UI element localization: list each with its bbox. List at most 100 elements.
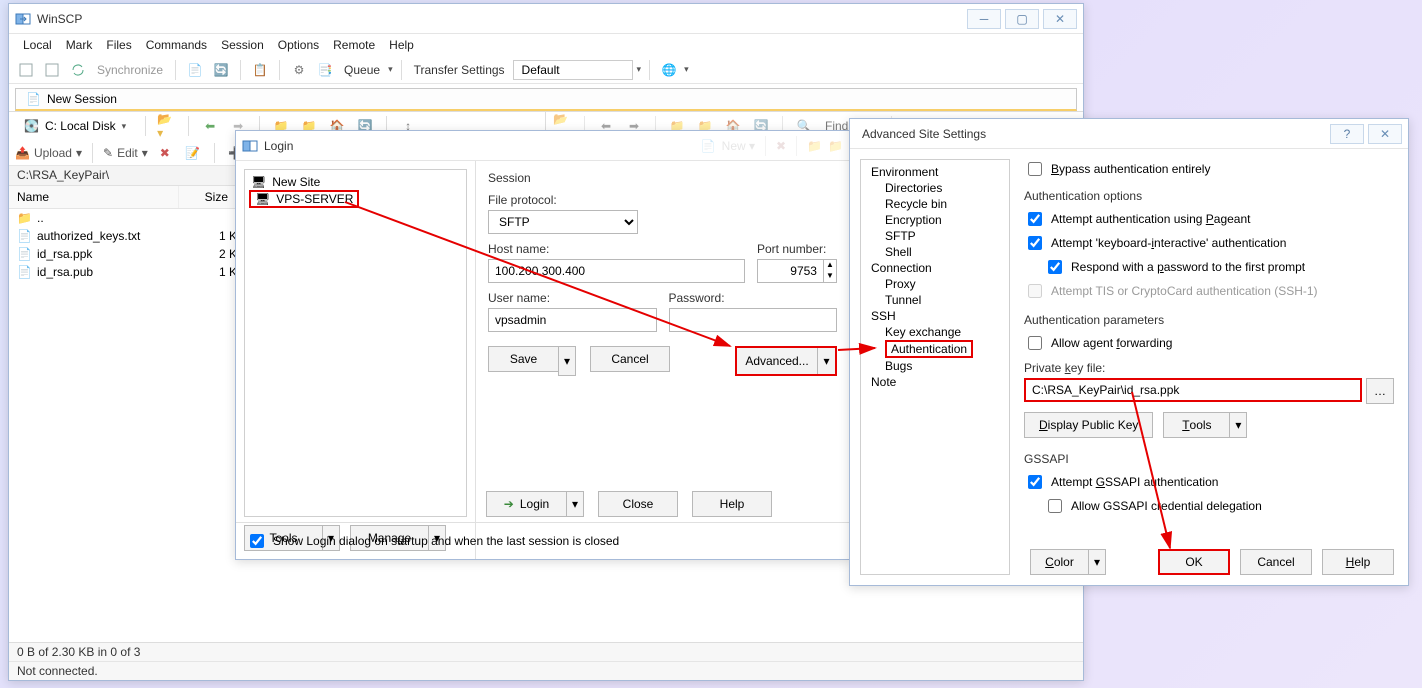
tis-checkbox: Attempt TIS or CryptoCard authentication… bbox=[1024, 281, 1394, 301]
tree-directories[interactable]: Directories bbox=[865, 180, 1005, 196]
show-login-checkbox[interactable]: Show Login dialog on startup and when th… bbox=[246, 531, 619, 551]
new-session-tab[interactable]: 📄 New Session bbox=[15, 88, 1077, 111]
file-icon: 📄 bbox=[17, 265, 31, 279]
back-icon[interactable]: ⬅ bbox=[199, 115, 221, 137]
tree-encryption[interactable]: Encryption bbox=[865, 212, 1005, 228]
adv-titlebar: Advanced Site Settings ? ✕ bbox=[850, 119, 1408, 149]
auth-params-heading: Authentication parameters bbox=[1024, 313, 1394, 327]
queue-dropdown[interactable]: ▾ bbox=[388, 64, 393, 75]
site-vps-server[interactable]: 🖥 VPS-SERVER bbox=[249, 190, 359, 208]
port-down[interactable]: ▼ bbox=[824, 271, 836, 282]
color-button[interactable]: Color▾ bbox=[1030, 549, 1106, 575]
adv-tree[interactable]: Environment Directories Recycle bin Encr… bbox=[860, 159, 1010, 575]
tree-ssh[interactable]: SSH bbox=[865, 308, 1005, 324]
maximize-button[interactable]: ▢ bbox=[1005, 9, 1039, 29]
cancel-button[interactable]: Cancel bbox=[590, 346, 670, 372]
help-button[interactable]: ? bbox=[1330, 124, 1364, 144]
tree-bugs[interactable]: Bugs bbox=[865, 358, 1005, 374]
toolbar-icon[interactable]: 🔄 bbox=[210, 59, 232, 81]
main-toolbar: Synchronize 📄 🔄 📋 ⚙ 📑 Queue ▾ Transfer S… bbox=[9, 56, 1083, 84]
adv-title: Advanced Site Settings bbox=[862, 127, 986, 141]
tree-environment[interactable]: Environment bbox=[865, 164, 1005, 180]
winscp-icon bbox=[15, 11, 31, 27]
status-connection: Not connected. bbox=[9, 661, 1083, 680]
menu-help[interactable]: Help bbox=[383, 36, 420, 54]
tree-connection[interactable]: Connection bbox=[865, 260, 1005, 276]
advanced-button[interactable]: Advanced...▾ bbox=[735, 346, 837, 376]
tree-keyex[interactable]: Key exchange bbox=[865, 324, 1005, 340]
new-session-icon: 📄 bbox=[26, 92, 41, 106]
display-pubkey-button[interactable]: Display Public Key bbox=[1024, 412, 1153, 438]
respond-checkbox[interactable]: Respond with a password to the first pro… bbox=[1044, 257, 1394, 277]
file-protocol-select[interactable]: SFTP bbox=[488, 210, 638, 234]
help-button[interactable]: Help bbox=[1322, 549, 1394, 575]
menu-remote[interactable]: Remote bbox=[327, 36, 381, 54]
help-button[interactable]: Help bbox=[692, 491, 772, 517]
session-tabbar: 📄 New Session bbox=[9, 84, 1083, 112]
menu-session[interactable]: Session bbox=[215, 36, 270, 54]
tools-button[interactable]: Tools▾ bbox=[1163, 412, 1247, 438]
gssapi-deleg-checkbox[interactable]: Allow GSSAPI credential delegation bbox=[1044, 496, 1394, 516]
main-titlebar: WinSCP ─ ▢ ✕ bbox=[9, 4, 1083, 34]
folder-icon[interactable]: 📂▾ bbox=[156, 115, 178, 137]
login-icon: ➔ bbox=[504, 497, 514, 511]
port-input[interactable] bbox=[757, 259, 824, 283]
transfer-settings-value[interactable]: Default bbox=[513, 60, 633, 80]
tree-shell[interactable]: Shell bbox=[865, 244, 1005, 260]
menu-local[interactable]: Local bbox=[17, 36, 58, 54]
hostname-input[interactable] bbox=[488, 259, 745, 283]
menu-options[interactable]: Options bbox=[272, 36, 325, 54]
tree-note[interactable]: Note bbox=[865, 374, 1005, 390]
browse-button[interactable]: … bbox=[1366, 378, 1394, 404]
login-button[interactable]: ➔Login▾ bbox=[486, 491, 584, 517]
toolbar-icon[interactable] bbox=[15, 59, 37, 81]
password-label: Password: bbox=[669, 291, 838, 305]
bypass-checkbox[interactable]: Bypass authentication entirely bbox=[1024, 159, 1394, 179]
toolbar-icon[interactable]: 📄 bbox=[184, 59, 206, 81]
edit-button[interactable]: ✎ Edit ▾ bbox=[103, 146, 148, 160]
pageant-checkbox[interactable]: Attempt authentication using Pageant bbox=[1024, 209, 1394, 229]
queue-icon[interactable]: 📑 bbox=[314, 59, 336, 81]
gear-icon[interactable]: ⚙ bbox=[288, 59, 310, 81]
private-key-input[interactable] bbox=[1024, 378, 1362, 402]
toolbar-icon[interactable] bbox=[41, 59, 63, 81]
tree-tunnel[interactable]: Tunnel bbox=[865, 292, 1005, 308]
kbi-checkbox[interactable]: Attempt 'keyboard-interactive' authentic… bbox=[1024, 233, 1394, 253]
site-new[interactable]: 🖥 New Site bbox=[249, 174, 462, 190]
menu-mark[interactable]: Mark bbox=[60, 36, 99, 54]
ok-button[interactable]: OK bbox=[1158, 549, 1230, 575]
port-up[interactable]: ▲ bbox=[824, 260, 836, 271]
globe-icon[interactable]: 🌐 bbox=[658, 59, 680, 81]
menu-files[interactable]: Files bbox=[100, 36, 137, 54]
props-icon[interactable]: 📝 bbox=[182, 142, 204, 164]
cancel-button[interactable]: Cancel bbox=[1240, 549, 1312, 575]
username-input[interactable] bbox=[488, 308, 657, 332]
tree-authentication[interactable]: Authentication bbox=[885, 340, 973, 358]
save-button[interactable]: Save▾ bbox=[488, 346, 576, 376]
close-button[interactable]: ✕ bbox=[1043, 9, 1077, 29]
transfer-dropdown[interactable]: ▾ bbox=[637, 64, 642, 75]
col-size[interactable]: Size bbox=[179, 186, 237, 208]
tree-sftp[interactable]: SFTP bbox=[865, 228, 1005, 244]
sync-icon[interactable] bbox=[67, 59, 89, 81]
gssapi-checkbox[interactable]: Attempt GSSAPI authentication bbox=[1024, 472, 1394, 492]
close-button[interactable]: ✕ bbox=[1368, 124, 1402, 144]
site-tree[interactable]: 🖥 New Site 🖥 VPS-SERVER bbox=[244, 169, 467, 517]
upload-button[interactable]: 📤 Upload ▾ bbox=[15, 146, 82, 160]
menu-commands[interactable]: Commands bbox=[140, 36, 213, 54]
main-title: WinSCP bbox=[37, 12, 82, 26]
col-name[interactable]: Name bbox=[9, 186, 179, 208]
queue-label[interactable]: Queue bbox=[340, 63, 384, 77]
delete-icon[interactable]: ✖ bbox=[154, 142, 176, 164]
auth-options-heading: Authentication options bbox=[1024, 189, 1394, 203]
agent-fwd-checkbox[interactable]: Allow agent forwarding bbox=[1024, 333, 1394, 353]
tree-proxy[interactable]: Proxy bbox=[865, 276, 1005, 292]
local-drive[interactable]: 💽 C: Local Disk ▾ bbox=[15, 116, 135, 136]
close-button[interactable]: Close bbox=[598, 491, 678, 517]
tree-recycle[interactable]: Recycle bin bbox=[865, 196, 1005, 212]
password-input[interactable] bbox=[669, 308, 838, 332]
minimize-button[interactable]: ─ bbox=[967, 9, 1001, 29]
winscp-icon bbox=[242, 138, 258, 154]
sync-label[interactable]: Synchronize bbox=[93, 63, 167, 77]
toolbar-icon[interactable]: 📋 bbox=[249, 59, 271, 81]
